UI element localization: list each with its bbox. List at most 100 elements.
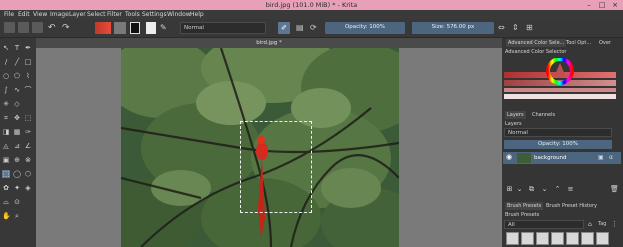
menu-select[interactable]: Select [87, 11, 106, 18]
menu-edit[interactable]: Edit [18, 11, 30, 18]
menu-filter[interactable]: Filter [107, 11, 122, 18]
menu-view[interactable]: View [33, 11, 47, 18]
reference-images-icon[interactable]: ▣ [2, 156, 10, 164]
gradient-tool-icon[interactable]: ▦ [13, 128, 21, 136]
tab-tool-options[interactable]: Tool Opt... [564, 39, 593, 47]
blend-mode-select[interactable]: Normal [180, 22, 266, 34]
zoom-tool-icon[interactable]: ⌕ [13, 212, 21, 220]
layer-name[interactable]: background [534, 155, 567, 161]
polygon-tool-icon[interactable]: ⬠ [13, 72, 21, 80]
tab-brush-presets[interactable]: Brush Presets [505, 202, 544, 210]
color-selector-widget[interactable] [504, 57, 616, 102]
ellipse-tool-icon[interactable]: ○ [2, 72, 10, 80]
eye-icon[interactable]: ◉ [506, 154, 513, 161]
tab-brush-preset-history[interactable]: Brush Preset History [544, 202, 599, 210]
similar-color-selection-icon[interactable]: ◈ [24, 184, 32, 192]
opacity-slider[interactable]: Opacity: 100% [325, 22, 405, 34]
move-layer-up-icon[interactable]: ⌃ [553, 185, 562, 193]
magnetic-selection-icon[interactable]: ⊙ [13, 198, 21, 206]
reload-preset-icon[interactable]: ⟳ [310, 22, 320, 34]
perspective-grid-icon[interactable]: ⊗ [24, 156, 32, 164]
freehand-path-icon[interactable]: ∿ [13, 86, 21, 94]
pan-tool-icon[interactable]: ✋ [2, 212, 11, 220]
size-slider[interactable]: Size: 576.00 px [412, 22, 494, 34]
brush-preset-tile[interactable] [596, 232, 609, 245]
redo-icon[interactable]: ↷ [62, 22, 70, 34]
menu-tools[interactable]: Tools [125, 11, 140, 18]
fill-tool-icon[interactable]: ◨ [2, 128, 10, 136]
foreground-color-icon[interactable] [130, 22, 140, 34]
polygonal-selection-icon[interactable]: ⬡ [24, 170, 32, 178]
menu-file[interactable]: File [4, 11, 14, 18]
maximize-icon[interactable]: □ [597, 1, 607, 9]
freehand-selection-icon[interactable]: ✿ [2, 184, 10, 192]
open-document-icon[interactable] [18, 22, 29, 33]
new-document-icon[interactable] [4, 22, 15, 33]
move-layer-down-icon[interactable]: ⌄ [540, 185, 549, 193]
mirror-vertical-icon[interactable]: ⇕ [512, 22, 522, 34]
contiguous-selection-icon[interactable]: ✦ [13, 184, 21, 192]
measure-tool-icon[interactable]: ∠ [24, 142, 32, 150]
brush-preset-tile[interactable] [551, 232, 564, 245]
document-tab[interactable]: bird.jpg * [36, 38, 502, 48]
brush-preset-tile[interactable] [566, 232, 579, 245]
assistant-tool-icon[interactable]: ⊿ [13, 142, 21, 150]
layer-properties-icon[interactable]: ≡ [566, 185, 575, 193]
menu-layer[interactable]: Layer [69, 11, 86, 18]
duplicate-layer-icon[interactable]: ⧉ [527, 185, 536, 193]
pattern-swatch[interactable] [114, 22, 126, 34]
elliptical-selection-icon[interactable]: ◯ [13, 170, 21, 178]
bezier-tool-icon[interactable]: ∫ [2, 86, 10, 94]
brush-preset-tile[interactable] [536, 232, 549, 245]
menu-image[interactable]: Image [50, 11, 69, 18]
selection-marquee[interactable] [240, 121, 312, 213]
menu-help[interactable]: Help [190, 11, 204, 18]
color-picker-icon[interactable]: ✑ [24, 128, 32, 136]
menu-window[interactable]: Window [167, 11, 191, 18]
gradient-swatch[interactable] [95, 22, 111, 34]
crop-tool-icon[interactable]: ⌗ [2, 114, 10, 122]
select-shapes-icon[interactable]: ↖ [2, 44, 10, 52]
brush-filter-select[interactable]: All [504, 220, 584, 229]
move-tool-icon[interactable]: ✥ [13, 114, 21, 122]
layer-blend-mode-select[interactable]: Normal [504, 128, 612, 137]
rectangular-selection-icon[interactable]: ⬚ [2, 170, 10, 178]
brush-preset-tile[interactable] [581, 232, 594, 245]
eraser-mode-icon[interactable]: ✐ [278, 22, 290, 34]
polyline-tool-icon[interactable]: ⌇ [24, 72, 32, 80]
dynamic-brush-icon[interactable]: ⌒ [24, 86, 32, 94]
menu-settings[interactable]: Settings [142, 11, 167, 18]
save-icon[interactable] [32, 22, 43, 33]
minimize-icon[interactable]: – [584, 1, 594, 9]
wrap-around-icon[interactable]: ⊞ [526, 22, 536, 34]
grid-tool-icon[interactable]: ⊕ [13, 156, 21, 164]
add-layer-icon[interactable]: ⊞ [505, 185, 514, 193]
tab-layers[interactable]: Layers [505, 111, 526, 119]
alpha-lock-icon[interactable]: α [609, 154, 615, 161]
layer-row[interactable]: ◉ background ▣ α [503, 152, 621, 164]
line-tool-icon[interactable]: ╱ [13, 58, 21, 66]
add-layer-menu-icon[interactable]: ⌄ [515, 185, 524, 193]
close-icon[interactable]: × [610, 1, 620, 9]
multibrush-icon[interactable]: ✳ [2, 100, 10, 108]
delete-layer-icon[interactable]: 🗑 [610, 185, 619, 193]
tab-overview[interactable]: Over [597, 39, 613, 47]
preserve-alpha-icon[interactable]: ▤ [296, 22, 306, 34]
brush-preset-tile[interactable] [521, 232, 534, 245]
brush-view-icon[interactable]: ⋮ [611, 220, 619, 229]
mirror-horizontal-icon[interactable]: ⇔ [498, 22, 508, 34]
shape-edit-icon[interactable]: ◇ [13, 100, 21, 108]
transform-tool-icon[interactable]: ⬚ [24, 114, 32, 122]
layer-opacity-slider[interactable]: Opacity: 100% [504, 140, 612, 149]
tag-label[interactable]: Tag [598, 221, 606, 227]
lock-icon[interactable]: ▣ [598, 154, 604, 161]
undo-icon[interactable]: ↶ [48, 22, 56, 34]
brush-preset-tile[interactable] [506, 232, 519, 245]
calligraphy-tool-icon[interactable]: ✒ [24, 44, 32, 52]
tab-advanced-color-selector[interactable]: Advanced Color Sele... [506, 39, 567, 47]
brush-preset-icon[interactable] [146, 22, 156, 34]
brush-tool-icon[interactable]: / [2, 58, 10, 66]
text-tool-icon[interactable]: T [13, 44, 21, 52]
bezier-selection-icon[interactable]: ⌓ [2, 198, 10, 206]
smart-patch-icon[interactable]: ◬ [2, 142, 10, 150]
